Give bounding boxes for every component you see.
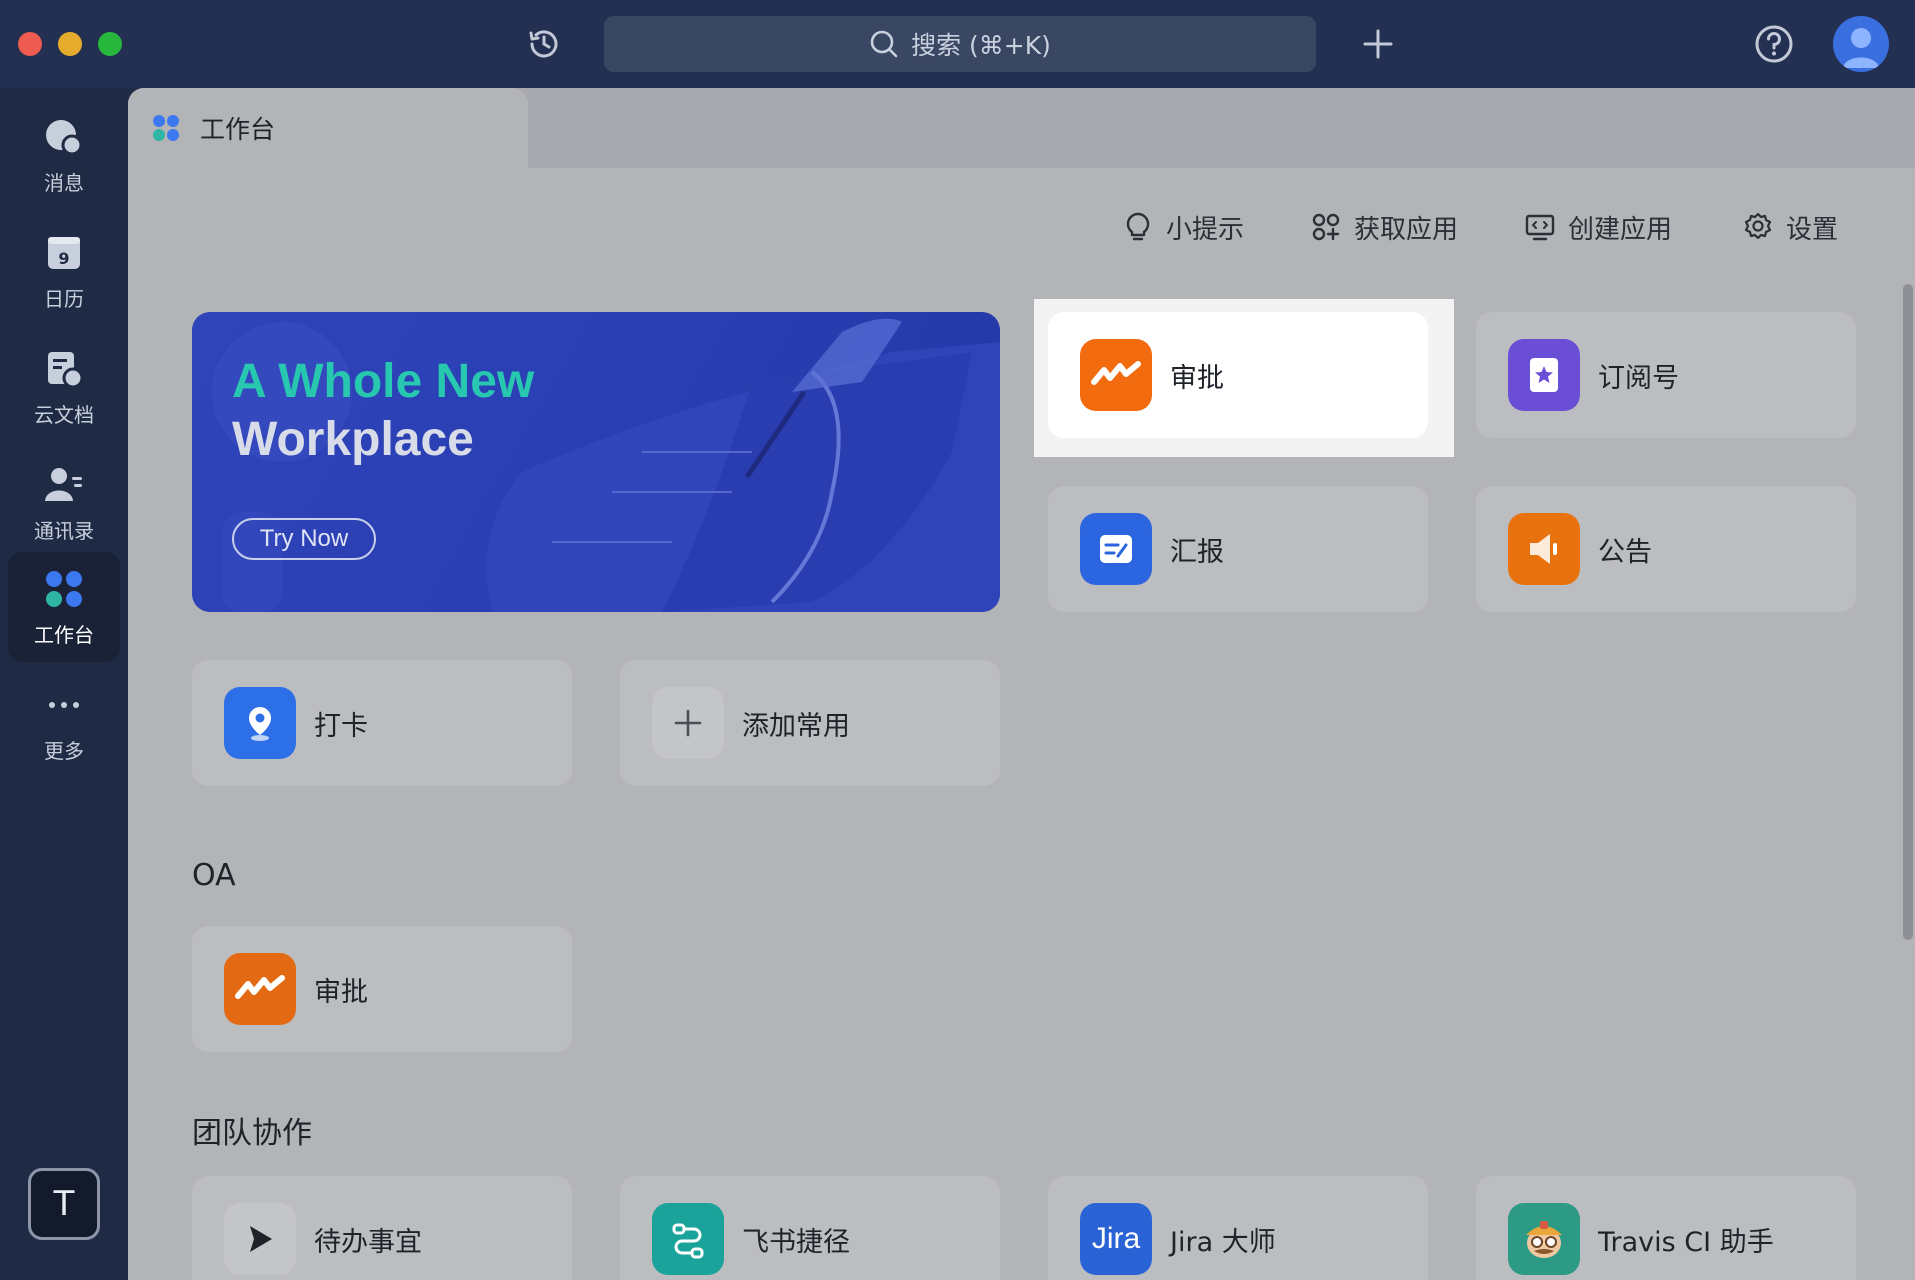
sidebar-item-label: 更多 [44,738,84,763]
jira-icon: Jira [1080,1203,1152,1275]
sidebar-item-label: 工作台 [34,622,94,647]
favorite-app-approval[interactable]: 审批 [1048,312,1428,438]
app-label: 公告 [1598,536,1652,568]
app-label: 汇报 [1170,536,1224,568]
approval-icon [224,953,296,1025]
banner-headline: A Whole New [232,355,535,408]
travis-icon [1508,1203,1580,1275]
calendar-day: 9 [58,249,69,268]
apps-icon [1312,213,1340,241]
settings-label: 设置 [1786,214,1839,245]
more-icon [42,683,86,727]
app-label: 打卡 [314,710,368,742]
sidebar-item-contacts[interactable]: 通讯录 [8,448,120,558]
oa-app-approval[interactable]: 审批 [192,926,572,1052]
title-bar: 搜索 (⌘+K) [0,0,1915,88]
create-app-button[interactable]: 创建应用 [1524,202,1672,252]
user-avatar-icon [1843,28,1879,68]
subscription-icon [1508,339,1580,411]
search-icon [870,30,898,58]
favorite-app-checkin[interactable]: 打卡 [192,660,572,786]
sidebar-item-label: 消息 [44,170,84,195]
announcement-icon [1508,513,1580,585]
team-app-todo[interactable]: 待办事宜 [192,1176,572,1280]
team-app-jira[interactable]: Jira Jira 大师 [1048,1176,1428,1280]
workplace-icon [153,115,179,141]
get-apps-label: 获取应用 [1354,214,1459,245]
sidebar: 消息 9 日历 云文档 通讯录 工作台 更多 T [0,88,128,1280]
vertical-scrollbar[interactable] [1903,284,1913,940]
app-label: 审批 [1170,362,1224,394]
search-input[interactable]: 搜索 (⌘+K) [604,16,1316,72]
sidebar-item-label: 日历 [44,286,84,311]
app-label: 订阅号 [1598,362,1679,394]
team-app-travis[interactable]: Travis CI 助手 [1476,1176,1856,1280]
favorite-app-subscription[interactable]: 订阅号 [1476,312,1856,438]
sidebar-item-label: 云文档 [34,402,94,427]
tab-workplace[interactable]: 工作台 [128,88,528,168]
plus-icon [652,687,724,759]
section-title-oa: OA [192,858,236,893]
get-apps-button[interactable]: 获取应用 [1310,202,1458,252]
gear-icon [1744,212,1772,240]
avatar[interactable] [1833,16,1889,72]
shortcut-icon [652,1203,724,1275]
favorite-app-announcement[interactable]: 公告 [1476,486,1856,612]
tenant-switch-button[interactable]: T [28,1168,100,1240]
approval-icon [1080,339,1152,411]
checkin-icon [224,687,296,759]
minimize-window-button[interactable] [58,32,82,56]
add-favorite-button[interactable]: 添加常用 [620,660,1000,786]
docs-icon [42,347,86,391]
section-title-team: 团队协作 [192,1116,312,1151]
app-label: 飞书捷径 [742,1226,850,1258]
chat-icon [42,115,86,159]
app-label: Travis CI 助手 [1598,1226,1774,1258]
tab-strip: 工作台 [128,88,1915,168]
create-app-label: 创建应用 [1568,214,1673,245]
history-icon [529,30,558,58]
tips-label: 小提示 [1166,214,1245,245]
sidebar-item-messages[interactable]: 消息 [8,100,120,210]
close-window-button[interactable] [18,32,42,56]
help-button[interactable] [1752,22,1796,66]
calendar-icon: 9 [42,231,86,275]
favorite-app-report[interactable]: 汇报 [1048,486,1428,612]
report-icon [1080,513,1152,585]
new-button[interactable] [1356,22,1400,66]
help-icon [1755,25,1793,63]
search-placeholder: 搜索 (⌘+K) [911,31,1051,60]
sidebar-item-label: 通讯录 [34,518,94,543]
team-app-shortcut[interactable]: 飞书捷径 [620,1176,1000,1280]
zoom-window-button[interactable] [98,32,122,56]
app-label: 待办事宜 [314,1226,422,1258]
try-now-button[interactable]: Try Now [232,518,376,560]
promo-banner[interactable]: A Whole New Workplace Try Now [192,312,1000,612]
code-monitor-icon [1525,214,1555,241]
plus-icon [1363,29,1393,59]
sidebar-item-calendar[interactable]: 9 日历 [8,216,120,326]
app-label: Jira 大师 [1170,1226,1276,1258]
app-label: 添加常用 [742,710,850,742]
app-label: 审批 [314,976,368,1008]
workplace-main: 工作台 小提示 获取应用 创建应用 设置 A Whole New Workpla… [128,88,1915,1280]
sidebar-item-docs[interactable]: 云文档 [8,332,120,442]
workplace-icon [42,567,86,611]
lightbulb-icon [1126,212,1150,241]
jira-icon-text: Jira [1091,1222,1141,1255]
settings-button[interactable]: 设置 [1742,202,1838,252]
todo-icon [224,1203,296,1275]
tips-button[interactable]: 小提示 [1122,202,1244,252]
sidebar-item-workplace[interactable]: 工作台 [8,552,120,662]
tenant-initial: T [53,1184,75,1224]
sidebar-item-more[interactable]: 更多 [8,668,120,778]
contacts-icon [42,463,86,507]
tab-label: 工作台 [200,115,276,144]
banner-subheadline: Workplace [232,413,474,466]
history-button[interactable] [522,22,566,66]
